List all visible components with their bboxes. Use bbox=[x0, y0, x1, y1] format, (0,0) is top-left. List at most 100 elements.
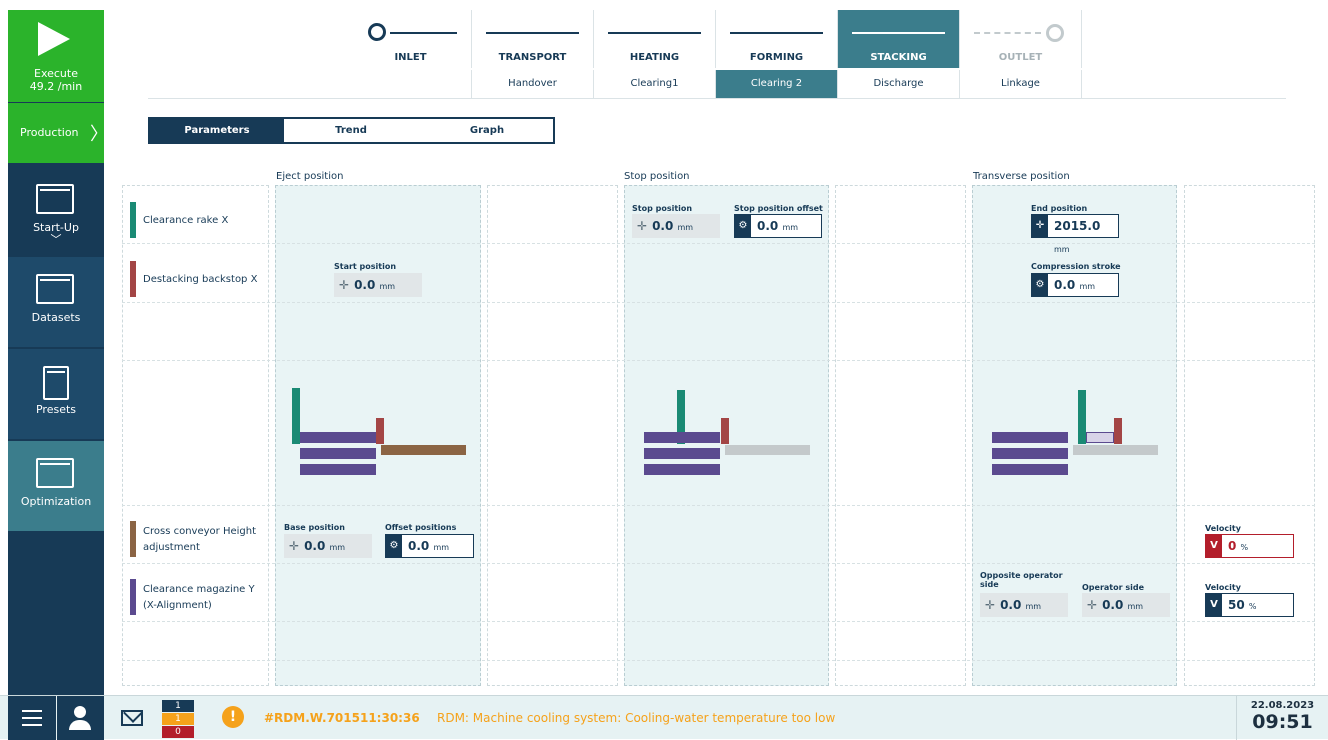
stage-label: INLET bbox=[394, 52, 427, 63]
inlet-icon bbox=[390, 32, 457, 34]
velocity-magazine-input[interactable]: V 50 % bbox=[1205, 593, 1294, 617]
crosshair-icon: ✛ bbox=[637, 219, 648, 233]
production-button[interactable]: Production 〉 bbox=[8, 103, 108, 163]
header-divider bbox=[148, 98, 1286, 99]
compression-stroke-input[interactable]: ⚙ 0.0 mm bbox=[1031, 273, 1119, 297]
base-position-value: ✛ 0.0 mm bbox=[284, 534, 372, 558]
warning-icon: ! bbox=[222, 706, 244, 728]
stage-label: TRANSPORT bbox=[498, 52, 567, 63]
substage-clearing2[interactable]: Clearing 2 bbox=[716, 70, 838, 98]
sidebar-item-label: Presets bbox=[35, 403, 77, 416]
stop-position-offset-input[interactable]: ⚙ 0.0 mm bbox=[734, 214, 822, 238]
gear-icon: ⚙ bbox=[386, 535, 402, 557]
date-text: 22.08.2023 bbox=[1250, 700, 1315, 711]
sidebar-item-presets[interactable]: Presets bbox=[8, 349, 104, 439]
counter-warning[interactable]: 1 bbox=[162, 713, 194, 725]
alarm-message[interactable]: RDM: Machine cooling system: Cooling-wat… bbox=[437, 711, 835, 725]
substage-empty bbox=[350, 70, 472, 98]
tab-graph[interactable]: Graph bbox=[420, 119, 554, 142]
stage-transport[interactable]: TRANSPORT bbox=[472, 10, 594, 68]
user-icon bbox=[74, 706, 86, 718]
row-label: Cross conveyor Height adjustment bbox=[143, 526, 256, 553]
counter-error[interactable]: 0 bbox=[162, 726, 194, 738]
gear-icon: ⚙ bbox=[1032, 274, 1048, 296]
stage-label: STACKING bbox=[870, 52, 927, 63]
stop-position-value: ✛ 0.0 mm bbox=[632, 214, 720, 238]
mail-icon[interactable] bbox=[121, 710, 143, 726]
stage-label: OUTLET bbox=[998, 52, 1043, 63]
substage-discharge[interactable]: Discharge bbox=[838, 70, 960, 98]
production-label: Production bbox=[20, 126, 79, 139]
execute-rate: 49.2 /min bbox=[29, 80, 83, 93]
sidebar-item-optimization[interactable]: Optimization bbox=[8, 441, 104, 531]
menu-button[interactable] bbox=[8, 696, 56, 740]
row-label: Clearance magazine Y (X-Alignment) bbox=[143, 584, 255, 611]
opposite-operator-side-value: ✛ 0.0 mm bbox=[980, 593, 1068, 617]
alarm-code[interactable]: #RDM.W.701511:30:36 bbox=[264, 711, 420, 725]
outlet-icon bbox=[974, 32, 1041, 34]
row-destacking-backstop-x: Destacking backstop X bbox=[130, 261, 260, 299]
substage-clearing1[interactable]: Clearing1 bbox=[594, 70, 716, 98]
row-divider bbox=[122, 621, 1315, 622]
row-cross-conveyor: Cross conveyor Height adjustment bbox=[130, 521, 260, 559]
crosshair-icon: ✛ bbox=[1032, 215, 1048, 237]
stage-forming[interactable]: FORMING bbox=[716, 10, 838, 68]
compression-stroke-label: Compression stroke bbox=[1031, 262, 1121, 271]
base-position-label: Base position bbox=[284, 523, 345, 532]
chevron-down-icon: ﹀ bbox=[50, 233, 62, 246]
sidebar: Execute 49.2 /min Production 〉 Start-Up … bbox=[8, 10, 108, 695]
row-label: Destacking backstop X bbox=[143, 274, 258, 285]
velocity-magazine-label: Velocity bbox=[1205, 583, 1241, 592]
stage-label: HEATING bbox=[629, 52, 680, 63]
offset-positions-input[interactable]: ⚙ 0.0 mm bbox=[385, 534, 474, 558]
sidebar-item-startup[interactable]: Start-Up ﹀ bbox=[8, 167, 104, 257]
crosshair-icon: ✛ bbox=[1087, 598, 1098, 612]
stage-stacking[interactable]: STACKING bbox=[838, 10, 960, 68]
execute-button[interactable]: Execute 49.2 /min bbox=[8, 10, 104, 102]
forming-icon bbox=[730, 32, 823, 34]
row-color-bar bbox=[130, 579, 136, 615]
opposite-operator-side-label: Opposite operator side bbox=[980, 571, 1063, 589]
coil-icon bbox=[368, 23, 386, 41]
tab-trend[interactable]: Trend bbox=[284, 119, 418, 142]
start-position-value: ✛ 0.0 mm bbox=[334, 273, 422, 297]
transport-icon bbox=[486, 32, 579, 34]
stage-outlet[interactable]: OUTLET bbox=[960, 10, 1082, 68]
play-icon bbox=[38, 22, 70, 56]
sidebar-item-label: Optimization bbox=[20, 495, 92, 508]
section-stop: Stop position bbox=[624, 171, 690, 182]
substage-handover[interactable]: Handover bbox=[472, 70, 594, 98]
counter-info[interactable]: 1 bbox=[162, 700, 194, 712]
end-position-input[interactable]: ✛ 2015.0 mm bbox=[1031, 214, 1119, 254]
optimization-icon bbox=[36, 458, 74, 488]
stop-position-label: Stop position bbox=[632, 204, 693, 213]
row-color-bar bbox=[130, 261, 136, 297]
coil-icon bbox=[1046, 24, 1064, 42]
velocity-cross-input[interactable]: V0 % bbox=[1205, 534, 1294, 558]
status-bar: 1 1 0 ! #RDM.W.701511:30:36 RDM: Machine… bbox=[0, 695, 1328, 740]
clock: 22.08.2023 09:51 bbox=[1236, 696, 1328, 740]
operator-side-value: ✛ 0.0 mm bbox=[1082, 593, 1170, 617]
crosshair-icon: ✛ bbox=[985, 598, 996, 612]
sidebar-item-datasets[interactable]: Datasets bbox=[8, 257, 104, 347]
operator-side-label: Operator side bbox=[1082, 583, 1145, 592]
heating-icon bbox=[608, 32, 701, 34]
presets-icon bbox=[43, 366, 69, 400]
user-button[interactable] bbox=[57, 696, 104, 740]
section-eject: Eject position bbox=[276, 171, 344, 182]
substage-linkage[interactable]: Linkage bbox=[960, 70, 1082, 98]
row-clearance-rake-x: Clearance rake X bbox=[130, 202, 260, 240]
row-color-bar bbox=[130, 521, 136, 557]
eject-aux-column bbox=[487, 185, 618, 686]
row-clearance-magazine: Clearance magazine Y (X-Alignment) bbox=[130, 579, 260, 617]
row-divider bbox=[122, 660, 1315, 661]
stage-inlet[interactable]: INLET bbox=[350, 10, 472, 68]
row-divider bbox=[122, 243, 1315, 244]
velocity-icon: V bbox=[1206, 594, 1222, 616]
stop-aux-column bbox=[835, 185, 966, 686]
startup-icon bbox=[36, 184, 74, 214]
row-divider bbox=[122, 360, 1315, 361]
tab-parameters[interactable]: Parameters bbox=[150, 119, 284, 142]
stage-heating[interactable]: HEATING bbox=[594, 10, 716, 68]
row-color-bar bbox=[130, 202, 136, 238]
